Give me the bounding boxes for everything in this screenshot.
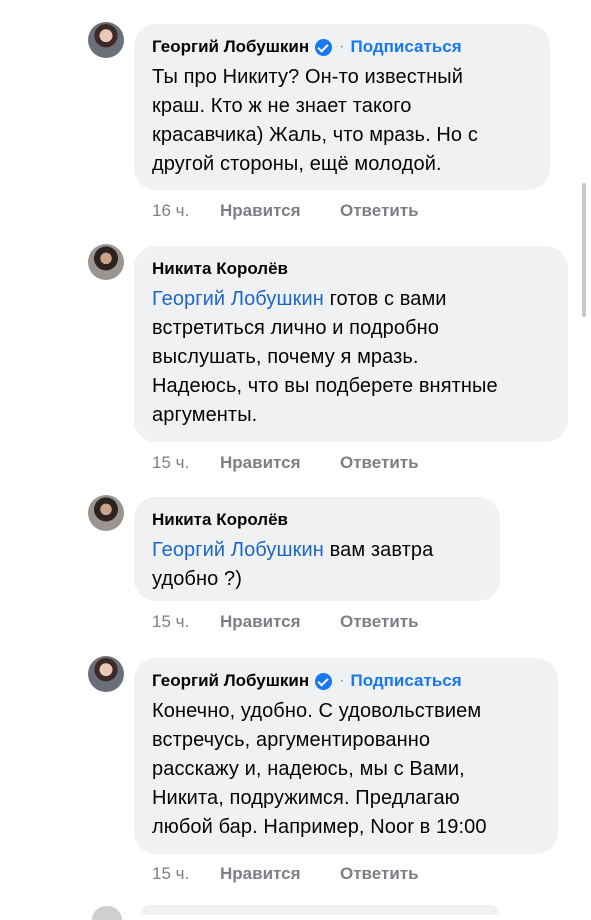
comment-line: встретиться лично и подробно — [152, 317, 440, 339]
timestamp[interactable]: 16 ч. — [152, 201, 220, 221]
comment-actions: 15 ч. Нравится Ответить — [152, 453, 419, 473]
comment-line: Георгий Лобушкин готов с вами — [152, 285, 550, 314]
comment-line-text: вам завтра — [323, 539, 434, 561]
comment-bubble — [140, 905, 500, 915]
comment-text: Ты про Никиту? Он-то известный краш. Кто… — [152, 63, 532, 179]
verified-badge-icon — [315, 38, 333, 56]
reply-button[interactable]: Ответить — [340, 453, 419, 473]
comment-line: другой стороны, ещё молодой. — [152, 153, 442, 175]
like-button[interactable]: Нравится — [220, 612, 340, 632]
avatar[interactable] — [88, 22, 124, 58]
comment-line-text: готов с вами — [323, 288, 447, 310]
like-button[interactable]: Нравится — [220, 201, 340, 221]
author-name[interactable]: Георгий Лобушкин — [152, 671, 309, 691]
comment-bubble: Никита Королёв Георгий Лобушкин вам завт… — [134, 497, 500, 601]
comment-actions: 15 ч. Нравится Ответить — [152, 612, 419, 632]
avatar[interactable] — [88, 656, 124, 692]
comment-actions: 15 ч. Нравится Ответить — [152, 864, 419, 884]
avatar[interactable] — [88, 244, 124, 280]
author-name[interactable]: Никита Королёв — [152, 259, 288, 279]
timestamp[interactable]: 15 ч. — [152, 864, 220, 884]
separator-dot: · — [339, 38, 345, 55]
reply-button[interactable]: Ответить — [340, 612, 419, 632]
comment-bubble: Никита Королёв Георгий Лобушкин готов с … — [134, 246, 568, 442]
comment-line: удобно ?) — [152, 568, 242, 590]
timestamp[interactable]: 15 ч. — [152, 453, 220, 473]
comment-line: любой бар. Например, Noor в 19:00 — [152, 816, 487, 838]
comment-line: Ты про Никиту? Он-то известный — [152, 66, 463, 88]
comment-line: красавчика) Жаль, что мразь. Но с — [152, 124, 478, 146]
follow-button[interactable]: Подписаться — [350, 671, 461, 691]
avatar[interactable] — [92, 906, 122, 920]
comment-header: Никита Королёв — [152, 258, 550, 280]
avatar[interactable] — [88, 495, 124, 531]
author-name[interactable]: Георгий Лобушкин — [152, 37, 309, 57]
comment-line: расскажу и, надеюсь, мы с Вами, — [152, 758, 465, 780]
comment-text: Георгий Лобушкин вам завтра удобно ?) — [152, 536, 482, 594]
comment-header: Никита Королёв — [152, 509, 482, 531]
mention-link[interactable]: Георгий Лобушкин — [152, 539, 324, 561]
comment-header: Георгий Лобушкин · Подписаться — [152, 670, 540, 692]
reply-button[interactable]: Ответить — [340, 864, 419, 884]
comment-line: встречусь, аргументированно — [152, 729, 431, 751]
comment-line: Георгий Лобушкин вам завтра — [152, 536, 482, 565]
mention-link[interactable]: Георгий Лобушкин — [152, 288, 324, 310]
comment-line: Конечно, удобно. С удовольствием — [152, 700, 482, 722]
comment-line: Никита, подружимся. Предлагаю — [152, 787, 460, 809]
comment-line: Надеюсь, что вы подберете внятные — [152, 375, 498, 397]
verified-badge-icon — [315, 672, 333, 690]
comment-header: Георгий Лобушкин · Подписаться — [152, 36, 532, 58]
comment-line: аргументы. — [152, 404, 258, 426]
scrollbar[interactable] — [582, 183, 586, 317]
comment-text: Георгий Лобушкин готов с вами встретитьс… — [152, 285, 550, 430]
comment-line: краш. Кто ж не знает такого — [152, 95, 412, 117]
like-button[interactable]: Нравится — [220, 453, 340, 473]
timestamp[interactable]: 15 ч. — [152, 612, 220, 632]
comment-bubble: Георгий Лобушкин · Подписаться Конечно, … — [134, 658, 558, 854]
comment-actions: 16 ч. Нравится Ответить — [152, 201, 419, 221]
reply-button[interactable]: Ответить — [340, 201, 419, 221]
comment-bubble: Георгий Лобушкин · Подписаться Ты про Ни… — [134, 24, 550, 190]
follow-button[interactable]: Подписаться — [350, 37, 461, 57]
comment-line: выслушать, почему я мразь. — [152, 346, 419, 368]
author-name[interactable]: Никита Королёв — [152, 510, 288, 530]
like-button[interactable]: Нравится — [220, 864, 340, 884]
separator-dot: · — [339, 672, 345, 689]
comment-text: Конечно, удобно. С удовольствием встречу… — [152, 697, 540, 842]
